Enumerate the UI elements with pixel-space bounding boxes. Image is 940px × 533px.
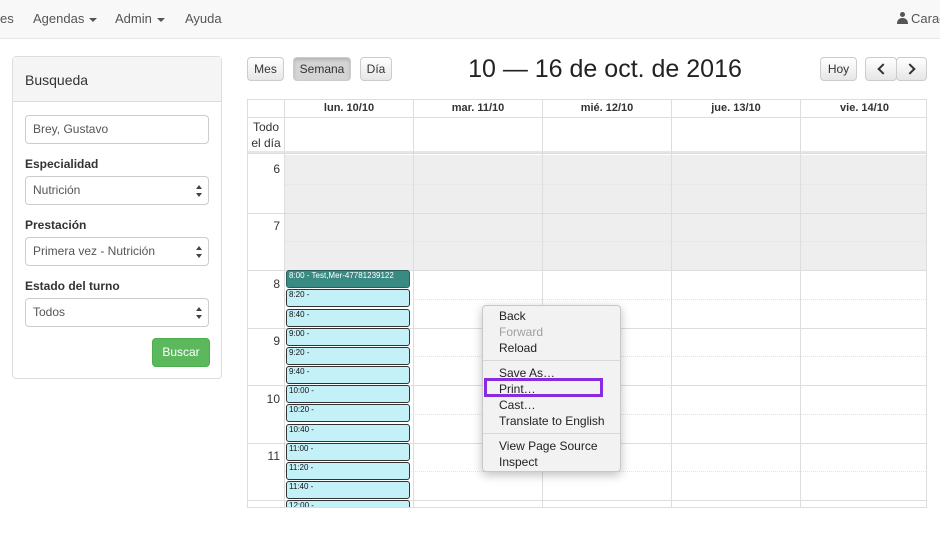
nav-user-label: Carac [911,11,940,26]
prestacion-label: Prestación [25,218,87,232]
prestacion-select[interactable]: Primera vez - Nutrición [25,237,209,266]
especialidad-label: Especialidad [25,157,99,171]
appointment-slot[interactable]: 11:20 - [286,462,410,480]
nav-user-menu[interactable]: Carac [897,11,940,26]
view-week-button[interactable]: Semana [293,57,351,81]
ctx-reload[interactable]: Reload [499,341,537,355]
col-header-tue: mar. 11/10 [413,100,542,117]
ctx-inspect[interactable]: Inspect [499,455,538,469]
context-menu: Back Forward Reload Save As… Print… Cast… [482,305,621,472]
allday-separator [248,151,926,154]
hour-label: 11 [267,449,280,463]
col-header-fri: vie. 14/10 [800,100,926,117]
grid-line [248,213,926,214]
hour-label: 6 [273,162,280,176]
especialidad-value: Nutrición [33,183,81,197]
appointment-slot[interactable]: 8:20 - [286,289,410,307]
chevron-left-icon [876,63,889,75]
chevron-right-icon [904,63,916,75]
grid-line [671,117,672,507]
select-arrows-icon [196,185,202,197]
appointment-slot[interactable]: 9:00 - [286,328,410,346]
ctx-cast[interactable]: Cast… [499,398,536,412]
nav-ayuda-link[interactable]: Ayuda [185,11,222,26]
ctx-separator [483,360,620,361]
nav-agendas-dropdown[interactable]: Agendas [33,11,98,26]
grid-line [284,117,285,507]
grid-line-minor [284,184,926,185]
nav-agendas-label: Agendas [33,11,85,26]
professional-search-input[interactable]: Brey, Gustavo [25,115,209,144]
buscar-button[interactable]: Buscar [152,338,210,367]
ctx-back[interactable]: Back [499,309,526,323]
appointment-slot[interactable]: 9:20 - [286,347,410,365]
nav-item-partial[interactable]: es [0,11,14,26]
calendar-title: 10 — 16 de oct. de 2016 [468,55,742,83]
select-arrows-icon [196,307,202,319]
appointment-event[interactable]: 8:00 - Test,Mer-47781239122 [286,270,410,288]
caret-down-icon [156,17,165,22]
appointment-slot[interactable]: 8:40 - [286,309,410,327]
appointment-slot[interactable]: 9:40 - [286,366,410,384]
view-month-button[interactable]: Mes [247,57,284,81]
ctx-forward: Forward [499,325,544,339]
estado-label: Estado del turno [25,279,120,293]
prev-week-button[interactable] [865,57,897,81]
col-header-wed: mié. 12/10 [542,100,671,117]
today-button[interactable]: Hoy [820,57,857,81]
caret-down-icon [89,17,98,22]
ctx-view-source[interactable]: View Page Source [499,439,598,453]
appointment-slot[interactable]: 11:40 - [286,481,410,499]
hour-label: 9 [273,334,280,348]
col-header-thu: jue. 13/10 [671,100,800,117]
grid-line-minor [284,241,926,242]
prestacion-value: Primera vez - Nutrición [33,244,156,258]
hour-label: 8 [273,277,280,291]
ctx-separator [483,433,620,434]
appointment-slot[interactable]: 10:00 - [286,385,410,403]
user-icon [897,12,908,24]
grid-line [413,117,414,507]
select-arrows-icon [196,246,202,258]
search-panel: Busqueda Brey, Gustavo Especialidad Nutr… [12,56,222,379]
appointment-slot[interactable]: 10:20 - [286,404,410,422]
estado-select[interactable]: Todos [25,298,209,327]
appointment-slot[interactable]: 12:00 - [286,500,410,507]
view-day-button[interactable]: Día [360,57,392,81]
nav-admin-dropdown[interactable]: Admin [115,11,165,26]
allday-label: Todo el día [251,120,281,150]
grid-line [248,117,926,118]
grid-line [800,117,801,507]
print-highlight-box [484,378,603,397]
col-header-mon: lun. 10/10 [284,100,413,117]
ctx-translate[interactable]: Translate to English [499,414,605,428]
appointment-slot[interactable]: 10:40 - [286,424,410,442]
hour-label: 7 [273,219,280,233]
next-week-button[interactable] [896,57,927,81]
top-navbar: es Agendas Admin Ayuda Carac [0,0,940,39]
hour-label: 10 [266,392,280,406]
nav-admin-label: Admin [115,11,152,26]
estado-value: Todos [33,305,66,319]
especialidad-select[interactable]: Nutrición [25,176,209,205]
search-panel-title: Busqueda [13,57,221,102]
appointment-slot[interactable]: 11:00 - [286,443,410,461]
